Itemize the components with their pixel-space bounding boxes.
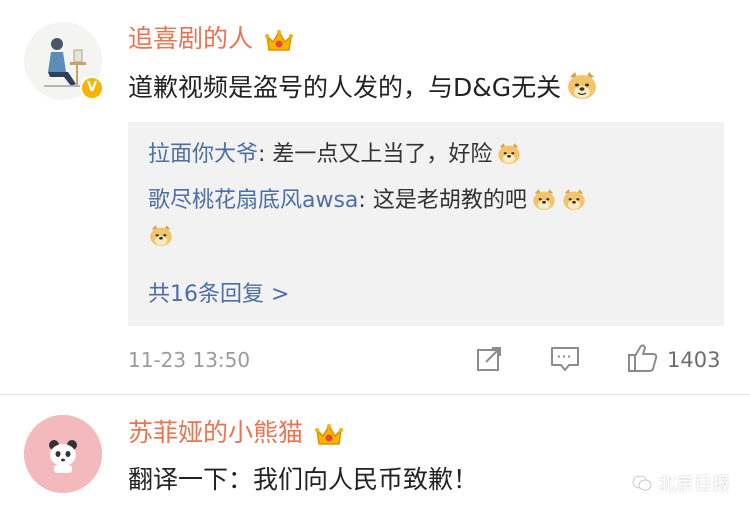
share-button[interactable] bbox=[474, 344, 504, 378]
reply-username[interactable]: 拉面你大爷 bbox=[148, 142, 258, 167]
doge-emoji-icon bbox=[148, 224, 174, 252]
doge-emoji-icon bbox=[531, 188, 557, 221]
replies-panel: 拉面你大爷: 差一点又上当了，好险 歌尽桃花扇底风awsa: 这是老胡教的吧 共… bbox=[128, 122, 724, 326]
more-replies-link[interactable]: 共16条回复 > bbox=[148, 276, 289, 308]
share-icon bbox=[477, 347, 501, 371]
comment-1-header: 追喜剧的人 bbox=[128, 24, 294, 58]
divider bbox=[0, 394, 750, 395]
doge-emoji-icon bbox=[561, 188, 587, 221]
avatar[interactable] bbox=[24, 415, 102, 493]
reply-2: 歌尽桃花扇底风awsa: 这是老胡教的吧 bbox=[148, 186, 587, 221]
comment-1-text: 道歉视频是盗号的人发的，与D&G无关 bbox=[128, 71, 599, 110]
watermark: 北京日报 bbox=[632, 470, 730, 496]
username[interactable]: 追喜剧的人 bbox=[128, 24, 253, 53]
wechat-icon bbox=[632, 475, 652, 491]
comment-2-text: 翻译一下：我们向人民币致歉！ bbox=[128, 465, 479, 494]
like-button[interactable] bbox=[626, 341, 660, 379]
like-count: 1403 bbox=[667, 348, 721, 372]
comment-2-header: 苏菲娅的小熊猫 bbox=[128, 418, 344, 452]
reply-text: : 这是老胡教的吧 bbox=[358, 188, 527, 213]
reply-text: : 差一点又上当了，好险 bbox=[258, 142, 493, 167]
comment-timestamp: 11-23 13:50 bbox=[128, 348, 251, 372]
thumbs-up-icon bbox=[628, 344, 658, 372]
doge-emoji-icon bbox=[496, 142, 522, 175]
username[interactable]: 苏菲娅的小熊猫 bbox=[128, 418, 303, 447]
comment-icon bbox=[551, 347, 579, 371]
panda-avatar-illustration bbox=[24, 415, 102, 493]
reply-1: 拉面你大爷: 差一点又上当了，好险 bbox=[148, 140, 522, 175]
crown-vip-icon bbox=[314, 422, 344, 452]
comment-button[interactable] bbox=[549, 344, 581, 378]
crown-vip-icon bbox=[264, 28, 294, 58]
doge-emoji-icon bbox=[565, 71, 599, 110]
verified-badge-icon: V bbox=[80, 76, 104, 100]
reply-username[interactable]: 歌尽桃花扇底风awsa bbox=[148, 188, 358, 213]
watermark-text: 北京日报 bbox=[657, 474, 730, 495]
comment-text: 道歉视频是盗号的人发的，与D&G无关 bbox=[128, 73, 562, 102]
